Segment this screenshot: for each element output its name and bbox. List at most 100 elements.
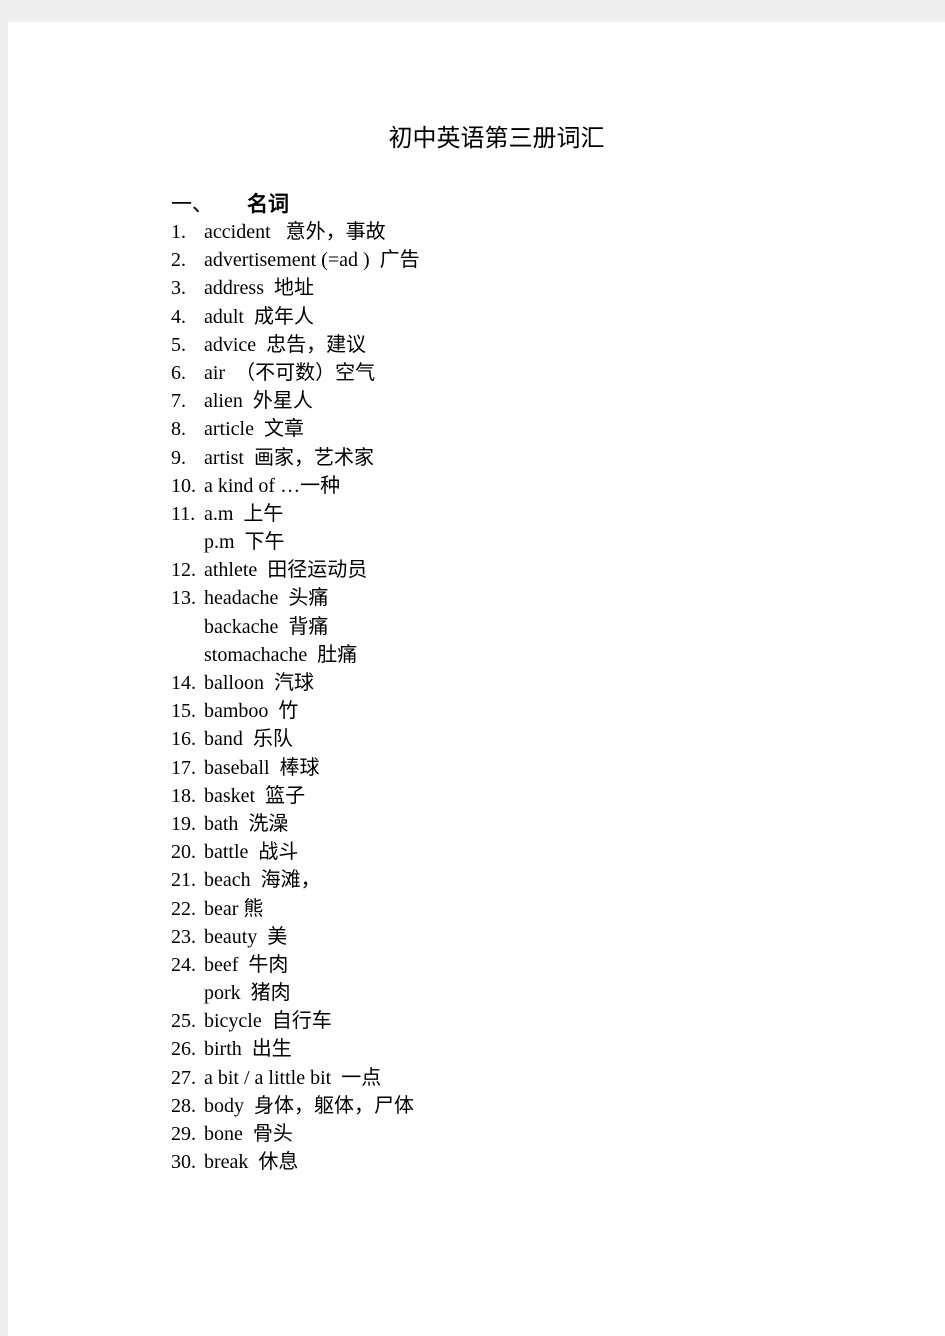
item-number: 12. [171,559,196,582]
item-number: 16. [171,728,196,751]
item-text: air （不可数）空气 [204,361,376,384]
list-item: stomachache 肚痛 [171,641,420,669]
list-item: 24. beef 牛肉 [171,951,420,979]
item-text: battle 战斗 [204,841,299,864]
list-item: 17. baseball 棒球 [171,754,420,782]
list-item: 20. battle 战斗 [171,838,420,866]
list-item: 15. bamboo 竹 [171,697,420,725]
item-text: a.m 上午 [204,502,284,525]
item-text: bone 骨头 [204,1123,293,1145]
item-text: advice 忠告，建议 [204,333,367,356]
item-text: a kind of …一种 [204,474,341,497]
item-number: 6. [171,361,186,384]
list-item: 1. accident 意外，事故 [171,218,420,246]
item-number: 1. [171,221,186,243]
list-item: 27. a bit / a little bit 一点 [171,1064,420,1092]
list-item: 12. athlete 田径运动员 [171,556,420,584]
item-number: 17. [171,756,196,779]
item-text: bath 洗澡 [204,812,289,835]
item-text: beach 海滩， [204,869,321,892]
item-text: bear 熊 [204,897,264,920]
item-number: 26. [171,1038,196,1061]
item-number: 13. [171,587,196,610]
list-item: p.m 下午 [171,528,420,556]
list-item: pork 猪肉 [171,979,420,1007]
item-number: 8. [171,418,186,441]
item-number: 2. [171,249,186,272]
item-text: birth 出生 [204,1038,292,1061]
list-item: 4. adult 成年人 [171,303,420,331]
item-number: 5. [171,333,186,356]
item-text: adult 成年人 [204,305,314,328]
section-number: 一、 [171,192,213,216]
list-item: 26. birth 出生 [171,1035,420,1063]
list-item: 11. a.m 上午 [171,500,420,528]
item-number: 15. [171,700,196,723]
item-text: headache 头痛 [204,587,329,610]
item-number: 18. [171,784,196,807]
item-number: 27. [171,1066,196,1089]
list-item: 29. bone 骨头 [171,1120,420,1148]
item-text: artist 画家，艺术家 [204,446,374,469]
item-number: 4. [171,305,186,328]
list-item: 2. advertisement (=ad ) 广告 [171,246,420,274]
item-number: 10. [171,474,196,497]
item-text: backache 背痛 [204,615,329,638]
item-number: 3. [171,277,186,300]
item-text: bamboo 竹 [204,700,299,723]
item-number: 14. [171,672,196,694]
list-item: 28. body 身体，躯体，尸体 [171,1092,420,1120]
list-item: 18. basket 篮子 [171,782,420,810]
list-item: 7. alien 外星人 [171,387,420,415]
item-number: 30. [171,1151,196,1174]
list-item: 6. air （不可数）空气 [171,359,420,387]
list-item: 25. bicycle 自行车 [171,1007,420,1035]
item-number: 22. [171,897,196,920]
item-text: balloon 汽球 [204,672,314,694]
list-item: 30. break 休息 [171,1148,420,1176]
item-text: address 地址 [204,277,314,300]
list-item: 23. beauty 美 [171,923,420,951]
item-text: alien 外星人 [204,390,313,413]
item-text: pork 猪肉 [204,982,291,1005]
item-text: break 休息 [204,1151,299,1174]
item-number: 9. [171,446,186,469]
list-item: 3. address 地址 [171,274,420,302]
list-item: 8. article 文章 [171,415,420,443]
list-item: 10. a kind of …一种 [171,472,420,500]
item-text: athlete 田径运动员 [204,559,368,582]
list-item: 21. beach 海滩， [171,866,420,894]
page-title: 初中英语第三册词汇 [388,126,605,152]
document-page: 初中英语第三册词汇 一、 名词 1. accident 意外，事故 2. adverti… [8,22,945,1336]
item-number: 20. [171,841,196,864]
item-text: advertisement (=ad ) 广告 [204,249,420,272]
item-number: 23. [171,925,196,948]
item-text: body 身体，躯体，尸体 [204,1094,414,1117]
section-heading: 一、 名词 [171,188,289,218]
item-text: beauty 美 [204,925,288,948]
list-item: 16. band 乐队 [171,725,420,753]
item-number: 21. [171,869,196,892]
item-text: stomachache 肚痛 [204,643,358,666]
item-number: 11. [171,502,196,525]
list-item: 13. headache 头痛 [171,584,420,612]
item-number: 19. [171,812,196,835]
list-item: backache 背痛 [171,613,420,641]
item-text: basket 篮子 [204,784,306,807]
item-text: bicycle 自行车 [204,1010,332,1033]
item-text: a bit / a little bit 一点 [204,1066,382,1089]
list-item: 5. advice 忠告，建议 [171,331,420,359]
item-text: article 文章 [204,418,304,441]
item-text: band 乐队 [204,728,293,751]
list-item: 22. bear 熊 [171,895,420,923]
item-text: baseball 棒球 [204,756,320,779]
item-text: accident 意外，事故 [204,221,386,243]
list-item: 9. artist 画家，艺术家 [171,444,420,472]
vocabulary-list: 1. accident 意外，事故 2. advertisement (=ad ) 广… [171,218,420,1176]
item-text: p.m 下午 [204,531,285,554]
section-label: 名词 [247,192,289,216]
item-text: beef 牛肉 [204,953,289,976]
list-item: 19. bath 洗澡 [171,810,420,838]
item-number: 25. [171,1010,196,1033]
list-item: 14. balloon 汽球 [171,669,420,697]
